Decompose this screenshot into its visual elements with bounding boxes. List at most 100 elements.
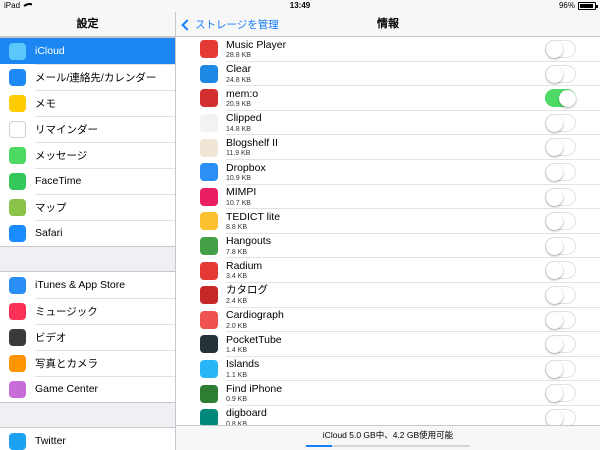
icloud-sync-toggle[interactable] (545, 285, 576, 304)
app-text: Islands 1.1 KB (226, 359, 259, 379)
icloud-sync-toggle[interactable] (545, 64, 576, 83)
toggle-knob (546, 360, 563, 378)
toggle-knob (546, 336, 563, 354)
notes-icon (9, 94, 26, 112)
app-row: Music Player 28.8 KB (176, 37, 600, 62)
icloud-sync-toggle[interactable] (545, 408, 576, 425)
video-icon (9, 328, 26, 346)
toggle-knob (546, 163, 563, 181)
icloud-sync-toggle[interactable] (545, 335, 576, 354)
app-row: Dropbox 10.9 KB (176, 160, 600, 185)
catalog-icon (200, 286, 218, 305)
icloud-sync-toggle[interactable] (545, 310, 576, 329)
sidebar-item[interactable]: FaceTime (0, 168, 175, 194)
icloud-sync-toggle[interactable] (545, 40, 576, 58)
hangouts-icon (200, 237, 218, 256)
app-size: 3.4 KB (226, 273, 248, 281)
app-text: Hangouts 7.8 KB (226, 236, 271, 256)
app-name: mem:o (226, 87, 259, 100)
app-row: PocketTube 1.4 KB (176, 332, 600, 357)
icloud-sync-toggle[interactable] (545, 89, 576, 108)
sidebar-item[interactable]: iCloud (0, 38, 175, 64)
toggle-knob (546, 262, 563, 280)
icloud-sync-toggle[interactable] (545, 384, 576, 403)
app-size: 10.9 KB (226, 175, 251, 183)
sidebar-item[interactable]: メモ (0, 90, 175, 116)
app-name: TEDICT lite (226, 210, 281, 223)
icloud-sync-toggle[interactable] (545, 236, 576, 255)
sidebar-item[interactable]: iTunes & App Store (0, 272, 175, 298)
back-button[interactable]: ストレージを管理 (179, 12, 279, 37)
icloud-sync-toggle[interactable] (545, 162, 576, 181)
sidebar-item-label: iCloud (35, 45, 65, 57)
app-row: Radium 3.4 KB (176, 258, 600, 283)
toggle-knob (546, 188, 563, 206)
app-text: PocketTube 1.4 KB (226, 335, 282, 355)
messages-icon (9, 146, 26, 164)
icloud-sync-toggle[interactable] (545, 113, 576, 132)
icloud-sync-toggle[interactable] (545, 359, 576, 378)
app-row: Clear 24.8 KB (176, 62, 600, 87)
app-text: Dropbox 10.9 KB (226, 163, 266, 183)
icloud-sync-toggle[interactable] (545, 187, 576, 206)
app-name: PocketTube (226, 333, 282, 346)
app-size: 20.9 KB (226, 101, 251, 109)
app-text: Radium 3.4 KB (226, 261, 262, 281)
sidebar-item[interactable]: Game Center (0, 376, 175, 402)
storage-usage-fill (306, 445, 333, 447)
app-row: MIMPI 10.7 KB (176, 185, 600, 210)
app-text: Music Player 28.8 KB (226, 40, 286, 60)
app-text: TEDICT lite 8.8 KB (226, 212, 280, 232)
toggle-knob (546, 41, 563, 58)
sidebar-item-label: ビデオ (35, 331, 67, 344)
app-name: MIMPI (226, 186, 257, 199)
app-row: Hangouts 7.8 KB (176, 234, 600, 259)
storage-footer: iCloud 5.0 GB中、4.2 GB使用可能 (176, 425, 600, 450)
app-size: 2.4 KB (226, 297, 248, 305)
sidebar-item[interactable]: Twitter (0, 428, 175, 450)
toggle-knob (546, 139, 563, 157)
app-name: カタログ (226, 284, 268, 297)
toggle-knob (546, 114, 563, 132)
app-row: mem:o 20.9 KB (176, 86, 600, 111)
storage-usage-bar (306, 445, 470, 447)
app-row: Blogshelf II 11.9 KB (176, 135, 600, 160)
sidebar-item[interactable]: メール/連絡先/カレンダー (0, 64, 175, 90)
app-size: 1.4 KB (226, 347, 248, 355)
toggle-knob (546, 213, 563, 231)
app-name: Music Player (226, 38, 287, 51)
sidebar-title: 設定 (0, 12, 175, 37)
reminders-icon (9, 120, 26, 138)
app-size: 24.8 KB (226, 76, 251, 84)
sidebar-item-label: FaceTime (35, 175, 82, 187)
sidebar-item-label: Safari (35, 227, 63, 239)
app-size: 10.7 KB (226, 199, 251, 207)
app-list[interactable]: Music Player 28.8 KB Clear 24.8 KB mem:o 20.9… (176, 37, 600, 425)
sidebar-item[interactable]: リマインダー (0, 116, 175, 142)
toggle-knob (546, 409, 563, 425)
sidebar-item[interactable]: マップ (0, 194, 175, 220)
status-right: 96% (559, 0, 598, 12)
sidebar-item[interactable]: Safari (0, 220, 175, 246)
icloud-sync-toggle[interactable] (545, 261, 576, 280)
sidebar-item[interactable]: ビデオ (0, 324, 175, 350)
sidebar-item[interactable]: ミュージック (0, 298, 175, 324)
sidebar-item-label: リマインダー (35, 123, 98, 136)
sidebar-item[interactable]: 写真とカメラ (0, 350, 175, 376)
sidebar-group: iCloud メール/連絡先/カレンダー メモリマインダーメッセージ FaceTime… (0, 37, 175, 247)
app-text: mem:o 20.9 KB (226, 89, 258, 109)
app-row: Clipped 14.8 KB (176, 111, 600, 136)
icloud-icon (9, 42, 26, 60)
sidebar-item-label: Twitter (35, 435, 66, 447)
sidebar-item-label: 写真とカメラ (35, 357, 98, 370)
app-row: digboard 0.8 KB (176, 406, 600, 425)
sidebar-item[interactable]: メッセージ (0, 142, 175, 168)
icloud-sync-toggle[interactable] (545, 138, 576, 157)
music-player-icon (200, 40, 218, 59)
status-bar: iPad 13:49 96% (0, 0, 600, 12)
app-name: Dropbox (226, 161, 266, 174)
icloud-sync-toggle[interactable] (545, 212, 576, 231)
cardiograph-icon (200, 310, 218, 329)
clipped-icon (200, 114, 218, 133)
blogshelf-icon (200, 138, 218, 157)
